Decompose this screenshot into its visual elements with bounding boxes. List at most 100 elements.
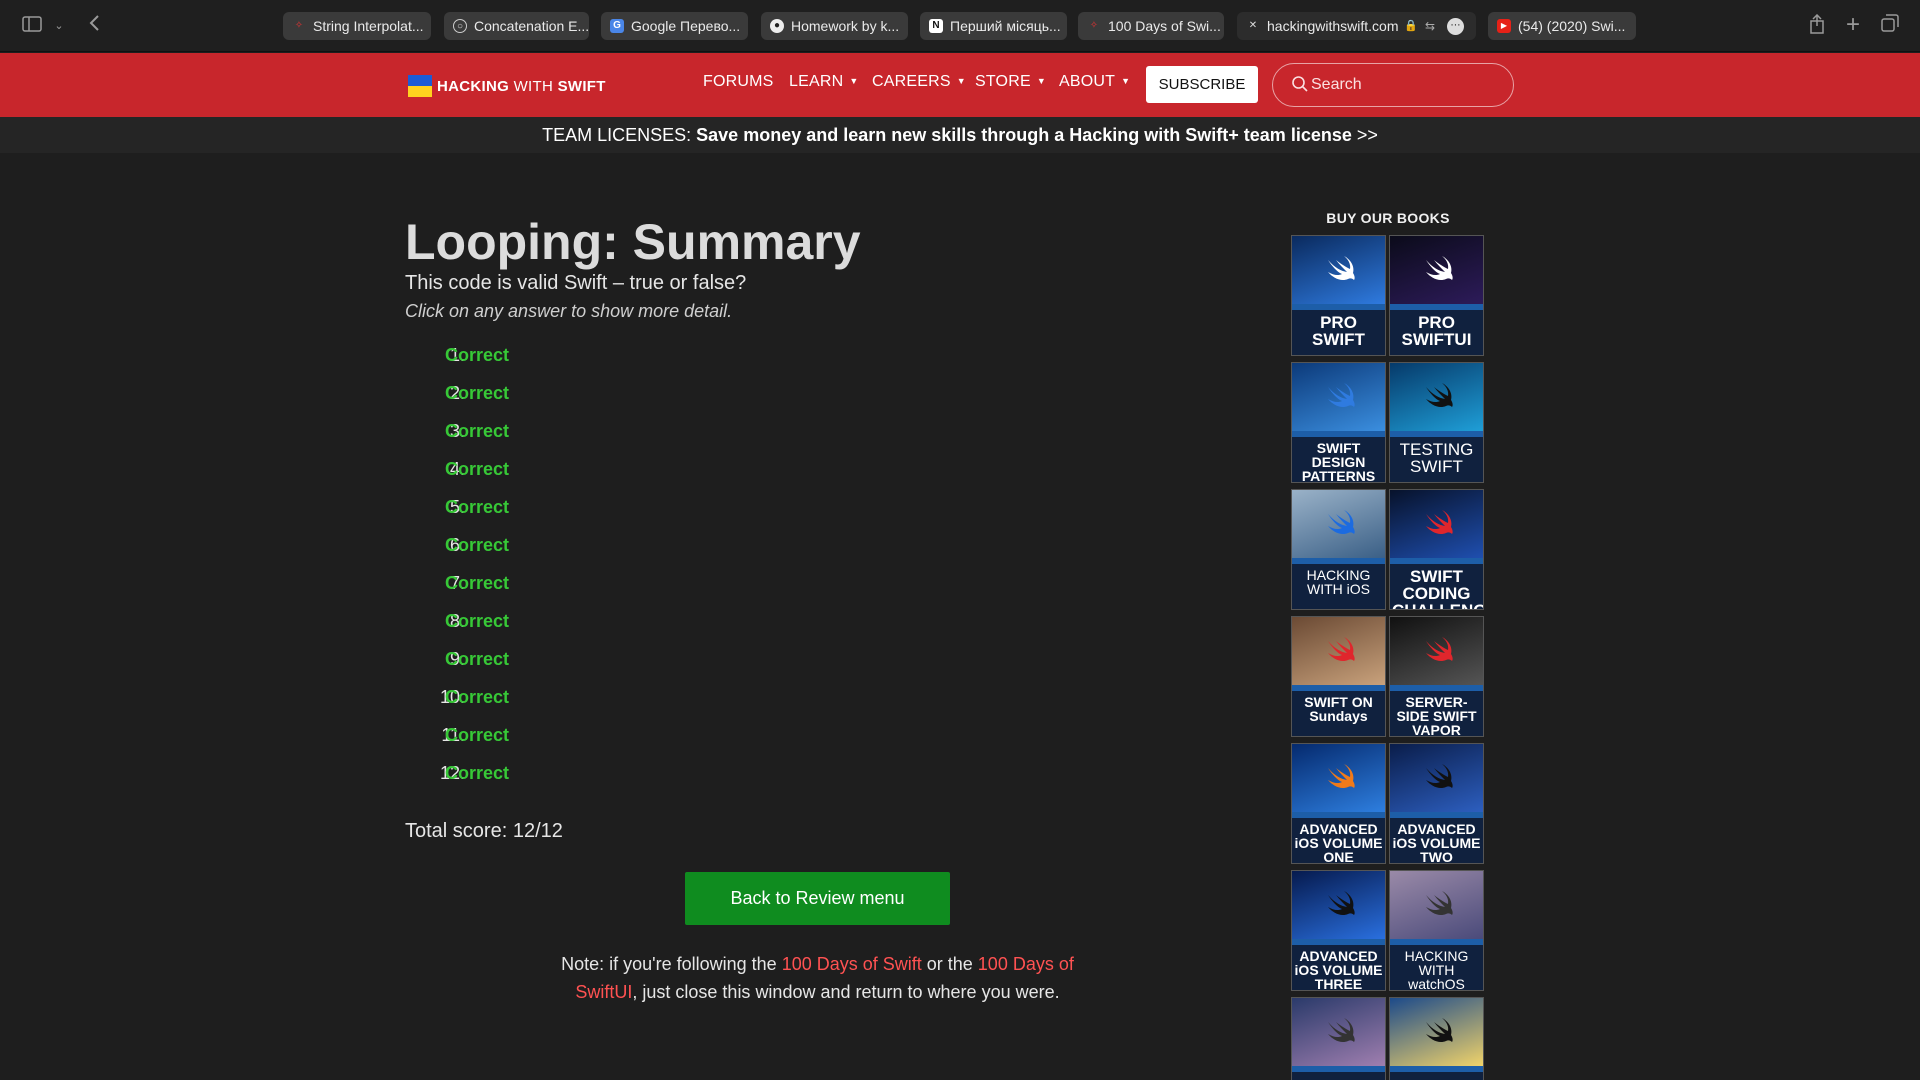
book-cover[interactable]: SWIFT ON Sundays [1291, 616, 1386, 737]
nav-forums[interactable]: FORUMS [703, 73, 774, 91]
answer-result[interactable]: Correct [445, 687, 509, 708]
book-cover[interactable]: ADVANCED iOS VOLUME TWO [1389, 743, 1484, 864]
answer-list: 1. Correct 2. Correct 3. Correct 4. Correct … [405, 339, 705, 795]
book-cover[interactable]: ADVANCED iOS VOLUME THREE [1291, 870, 1386, 991]
caret-down-icon: ▼ [956, 76, 966, 86]
book-cover[interactable]: ADVANCED iOS VOLUME ONE [1291, 743, 1386, 864]
answer-result[interactable]: Correct [445, 459, 509, 480]
answer-item: 4. Correct [445, 459, 510, 480]
answer-result[interactable]: Correct [445, 573, 509, 594]
book-title: SWIFT DESIGN PATTERNS [1301, 440, 1376, 483]
book-cover[interactable]: SWIFT CODING CHALLENGES [1389, 489, 1484, 610]
answer-result[interactable]: Correct [445, 345, 509, 366]
logo-text: HACKING WITH SWIFT [437, 78, 606, 95]
swift-bird-icon [1426, 510, 1453, 535]
browser-tab[interactable]: ✧ 100 Days of Swi... [1078, 12, 1224, 40]
book-cover[interactable]: SWIFT DESIGN PATTERNS [1291, 362, 1386, 483]
team-licenses-banner[interactable]: TEAM LICENSES: Save money and learn new … [0, 117, 1920, 153]
swift-bird-icon [1328, 256, 1355, 281]
browser-tab[interactable]: ● Homework by k... [761, 12, 908, 40]
answer-item: 9. Correct [445, 649, 510, 670]
swift-bird-icon [1328, 637, 1355, 662]
nav-about[interactable]: ABOUT ▼ [1059, 73, 1130, 91]
answer-result[interactable]: Correct [445, 421, 509, 442]
book-cover[interactable] [1291, 997, 1386, 1080]
swift-red-icon: ✧ [1089, 20, 1099, 31]
answer-item: 5. Correct [445, 497, 510, 518]
book-cover[interactable] [1389, 997, 1484, 1080]
swift-bird-icon [1426, 637, 1453, 662]
swift-red-icon: ✧ [294, 20, 304, 31]
link-100-days-swift[interactable]: 100 Days of Swift [782, 954, 922, 974]
answer-result[interactable]: Correct [445, 763, 509, 784]
book-title: ADVANCED iOS VOLUME ONE [1294, 821, 1383, 864]
chevron-down-icon[interactable]: ⌄ [52, 14, 66, 38]
browser-tab[interactable]: ▶ (54) (2020) Swi... [1488, 12, 1636, 40]
back-arrow-icon[interactable] [84, 14, 104, 38]
swift-bird-icon [1426, 891, 1453, 916]
browser-tab[interactable]: ✧ String Interpolat... [283, 12, 431, 40]
book-title: PRO SWIFTUI [1401, 313, 1472, 349]
swift-bird-icon [1328, 1018, 1355, 1043]
search-placeholder: Search [1311, 76, 1362, 93]
browser-tab-active[interactable]: ✕ hackingwithswift.com 🔒 ⇆ ⋯ [1237, 12, 1476, 40]
subscribe-button[interactable]: SUBSCRIBE [1146, 66, 1258, 103]
browser-tab[interactable]: N Перший місяць... [920, 12, 1067, 40]
caret-down-icon: ▼ [1121, 76, 1131, 86]
search-icon [1292, 76, 1308, 92]
book-cover[interactable]: PRO SWIFT [1291, 235, 1386, 356]
answer-item: 12. Correct [439, 763, 510, 784]
answer-result[interactable]: Correct [445, 535, 509, 556]
book-title: HACKING WITH watchOS [1404, 948, 1469, 991]
sidebar-toggle-icon[interactable] [20, 14, 44, 38]
answer-item: 1. Correct [445, 345, 510, 366]
google-translate-icon: G [610, 19, 624, 33]
browser-tab[interactable]: ○ Concatenation E... [444, 12, 589, 40]
browser-toolbar: ⌄ ✧ String Interpolat... ○ Concatenation E… [0, 0, 1920, 52]
answer-result[interactable]: Correct [445, 611, 509, 632]
quiz-question: This code is valid Swift – true or false… [405, 272, 747, 294]
share-icon[interactable] [1806, 13, 1828, 40]
answer-item: 3. Correct [445, 421, 510, 442]
answer-result[interactable]: Correct [445, 649, 509, 670]
book-cover[interactable]: PRO SWIFTUI [1389, 235, 1484, 356]
more-icon[interactable]: ⋯ [1447, 18, 1464, 35]
tab-overview-icon[interactable] [1879, 14, 1901, 38]
book-title: ADVANCED iOS VOLUME TWO [1392, 821, 1481, 864]
book-title: SWIFT ON Sundays [1304, 694, 1373, 724]
caret-down-icon: ▼ [1036, 76, 1046, 86]
swift-bird-icon [1426, 764, 1453, 789]
completion-note: Note: if you're following the 100 Days o… [561, 954, 1074, 1002]
nav-careers[interactable]: CAREERS ▼ [872, 73, 966, 91]
book-title: TESTING SWIFT [1399, 440, 1474, 476]
answer-item: 6. Correct [445, 535, 510, 556]
answer-result[interactable]: Correct [445, 497, 509, 518]
swift-bird-icon [1426, 1018, 1453, 1043]
book-title: SWIFT CODING CHALLENGES [1392, 567, 1483, 609]
browser-tab[interactable]: G Google Перево... [601, 12, 748, 40]
github-icon: ● [770, 19, 784, 33]
ukraine-flag-icon [408, 75, 432, 97]
back-to-review-button[interactable]: Back to Review menu [685, 872, 950, 925]
book-cover[interactable]: HACKING WITH watchOS [1389, 870, 1484, 991]
answer-item: 7. Correct [445, 573, 510, 594]
search-input[interactable]: Search [1272, 63, 1514, 107]
book-cover[interactable]: TESTING SWIFT [1389, 362, 1484, 483]
book-title: ADVANCED iOS VOLUME THREE [1294, 948, 1383, 991]
answer-result[interactable]: Correct [445, 383, 509, 404]
new-tab-icon[interactable]: + [1842, 13, 1864, 37]
swift-bird-icon [1426, 383, 1453, 408]
swift-bird-icon [1328, 510, 1355, 535]
nav-learn[interactable]: LEARN ▼ [789, 73, 858, 91]
notion-icon: N [929, 19, 943, 33]
close-icon[interactable]: ✕ [1246, 19, 1260, 33]
book-cover[interactable]: HACKING WITH iOS [1291, 489, 1386, 610]
site-header: HACKING WITH SWIFT FORUMS LEARN ▼ CAREERS… [0, 53, 1920, 117]
book-title: HACKING WITH iOS [1306, 567, 1371, 597]
book-cover[interactable]: SERVER-SIDE SWIFT VAPOR [1389, 616, 1484, 737]
swift-bird-icon [1426, 256, 1453, 281]
translate-icon[interactable]: ⇆ [1425, 12, 1435, 40]
nav-store[interactable]: STORE ▼ [975, 73, 1046, 91]
quiz-hint: Click on any answer to show more detail. [405, 301, 733, 321]
answer-result[interactable]: Correct [445, 725, 509, 746]
